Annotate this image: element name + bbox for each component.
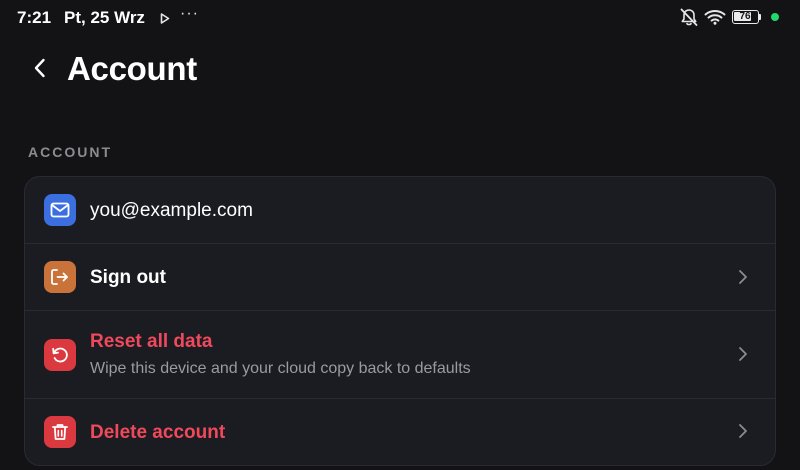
reset-data-label: Reset all data: [90, 331, 213, 352]
reset-icon: [44, 339, 76, 371]
email-row: you@example.com: [25, 177, 775, 243]
status-dot-icon: [771, 13, 779, 21]
status-bar: 7:21 Pt, 25 Wrz ··· 76: [0, 0, 800, 36]
delete-account-button[interactable]: Delete account: [25, 399, 775, 465]
trash-icon: [44, 416, 76, 448]
section-label: ACCOUNT: [28, 144, 112, 160]
email-label: you@example.com: [90, 200, 253, 221]
back-button[interactable]: [26, 56, 54, 84]
battery-cap: [759, 14, 761, 20]
play-icon: [160, 11, 170, 29]
bell-muted-icon: [679, 8, 699, 32]
chevron-right-icon: [737, 269, 749, 285]
reset-data-button[interactable]: Reset all data Wipe this device and your…: [25, 311, 775, 398]
status-time: 7:21: [17, 8, 52, 27]
sign-out-icon: [44, 261, 76, 293]
more-notifications-icon: ···: [180, 5, 199, 22]
chevron-left-icon: [34, 58, 46, 83]
sign-out-button[interactable]: Sign out: [25, 244, 775, 310]
wifi-icon: [704, 9, 726, 30]
chevron-right-icon: [737, 346, 749, 362]
chevron-right-icon: [737, 423, 749, 439]
sign-out-label: Sign out: [90, 267, 166, 288]
battery-level: 76: [739, 11, 751, 22]
battery-icon: 76: [732, 10, 759, 24]
mail-icon: [44, 194, 76, 226]
reset-data-description: Wipe this device and your cloud copy bac…: [90, 360, 471, 377]
status-date: Pt, 25 Wrz: [64, 8, 145, 27]
page-title: Account: [67, 50, 197, 87]
account-card: you@example.com Sign out Reset all data …: [24, 176, 776, 466]
delete-account-label: Delete account: [90, 422, 226, 443]
